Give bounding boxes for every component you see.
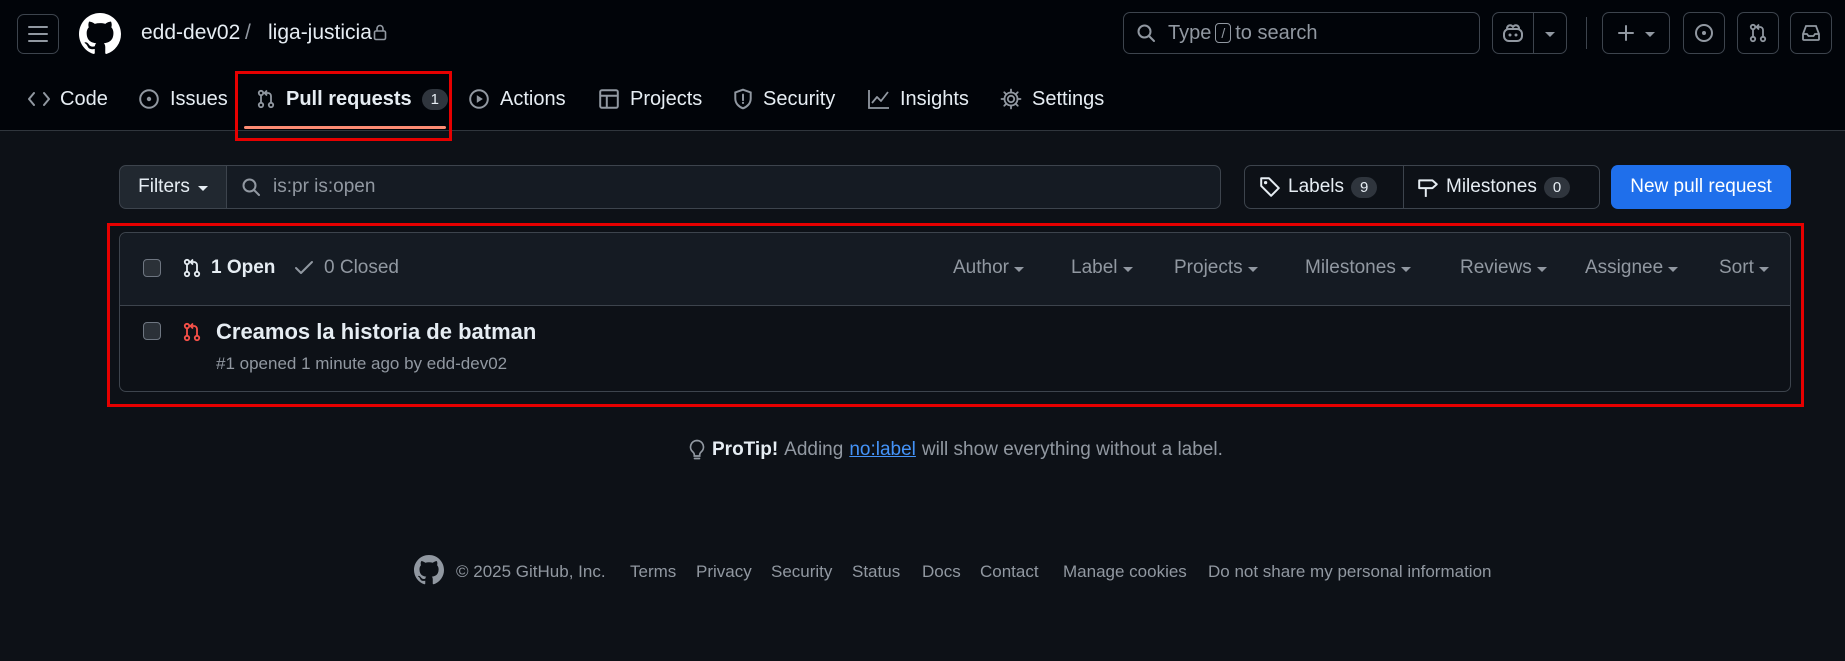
search-icon	[1137, 24, 1155, 42]
no-label-link[interactable]: no:label	[849, 439, 916, 461]
copilot-button[interactable]	[1492, 12, 1534, 54]
tab-label: Issues	[170, 87, 228, 110]
labels-label: Labels	[1288, 176, 1344, 197]
copilot-icon	[1503, 24, 1523, 42]
footer-link-docs[interactable]: Docs	[922, 562, 961, 582]
milestone-icon	[1418, 179, 1438, 197]
labels-counter: 9	[1351, 176, 1378, 198]
tab-code[interactable]: Code	[28, 78, 108, 120]
issue-icon	[1695, 24, 1713, 42]
filter-query: is:pr is:open	[273, 176, 376, 197]
tab-insights[interactable]: Insights	[868, 78, 969, 120]
new-pull-request-button[interactable]: New pull request	[1611, 165, 1791, 209]
hamburger-icon	[28, 26, 48, 42]
play-icon	[469, 89, 489, 109]
breadcrumb-repo[interactable]: liga-justicia	[268, 21, 372, 45]
github-logo[interactable]	[79, 13, 121, 55]
tab-security[interactable]: Security	[733, 78, 835, 120]
tab-label: Security	[763, 87, 836, 110]
tag-icon	[1260, 177, 1280, 197]
header-divider	[1586, 17, 1587, 49]
issue-icon	[139, 89, 159, 109]
highlight-box-pull-requests-tab	[235, 71, 452, 141]
footer-copyright: © 2025 GitHub, Inc.	[456, 562, 606, 581]
github-footer-logo[interactable]	[414, 555, 444, 585]
search-suffix: to search	[1235, 21, 1318, 44]
copilot-dropdown[interactable]	[1533, 12, 1567, 54]
inbox-button[interactable]	[1790, 12, 1832, 54]
tab-label: Actions	[500, 87, 566, 110]
milestones-button[interactable]: Milestones 0	[1403, 165, 1600, 209]
shield-icon	[734, 88, 752, 110]
breadcrumb-owner[interactable]: edd-dev02	[141, 21, 240, 45]
menu-button[interactable]	[17, 14, 59, 54]
filters-label: Filters	[138, 176, 190, 197]
plus-icon	[1618, 25, 1634, 41]
chevron-down-icon	[1545, 31, 1555, 37]
pull-requests-button[interactable]	[1737, 12, 1779, 54]
highlight-box-pull-request-list	[107, 223, 1804, 407]
footer-link-do-not-share[interactable]: Do not share my personal information	[1208, 562, 1491, 582]
search-prefix: Type	[1168, 21, 1212, 44]
protip-post: will show everything without a label.	[921, 439, 1223, 460]
inbox-icon	[1802, 25, 1820, 41]
tab-issues[interactable]: Issues	[138, 78, 228, 120]
search-shortcut-key: /	[1215, 23, 1232, 43]
protip: ProTip! Adding no:label will show everyt…	[688, 439, 1223, 461]
gear-icon	[1000, 88, 1022, 110]
filters-button[interactable]: Filters	[119, 165, 227, 209]
chevron-down-icon	[1645, 31, 1655, 37]
protip-bold: ProTip!	[712, 439, 779, 460]
footer-link-terms[interactable]: Terms	[630, 562, 676, 582]
footer-link-manage-cookies[interactable]: Manage cookies	[1063, 562, 1187, 582]
tab-label: Insights	[900, 87, 969, 110]
tab-projects[interactable]: Projects	[598, 78, 702, 120]
footer-link-status[interactable]: Status	[852, 562, 900, 582]
lock-icon	[373, 24, 387, 41]
issues-button[interactable]	[1683, 12, 1725, 54]
pull-request-icon	[1749, 23, 1767, 43]
tab-label: Projects	[630, 87, 703, 110]
protip-pre: Adding	[784, 439, 844, 460]
chevron-down-icon	[197, 185, 208, 191]
create-new-button[interactable]	[1602, 12, 1670, 54]
filter-search-input[interactable]: is:pr is:open	[226, 165, 1221, 209]
tab-settings[interactable]: Settings	[1000, 78, 1104, 120]
table-icon	[599, 89, 619, 109]
milestones-label: Milestones	[1446, 176, 1537, 197]
milestones-counter: 0	[1543, 176, 1571, 198]
graph-icon	[868, 90, 889, 109]
footer-link-contact[interactable]: Contact	[980, 562, 1039, 582]
labels-button[interactable]: Labels 9	[1244, 165, 1404, 209]
tab-actions[interactable]: Actions	[468, 78, 566, 120]
footer-link-privacy[interactable]: Privacy	[696, 562, 752, 582]
lightbulb-icon	[689, 439, 705, 460]
tab-label: Settings	[1032, 87, 1105, 110]
footer-link-security[interactable]: Security	[771, 562, 832, 582]
search-icon	[242, 178, 260, 196]
tab-label: Code	[60, 87, 108, 110]
breadcrumb-separator: /	[245, 21, 251, 44]
search-input[interactable]: Type / to search	[1123, 12, 1480, 54]
code-icon	[28, 92, 50, 106]
